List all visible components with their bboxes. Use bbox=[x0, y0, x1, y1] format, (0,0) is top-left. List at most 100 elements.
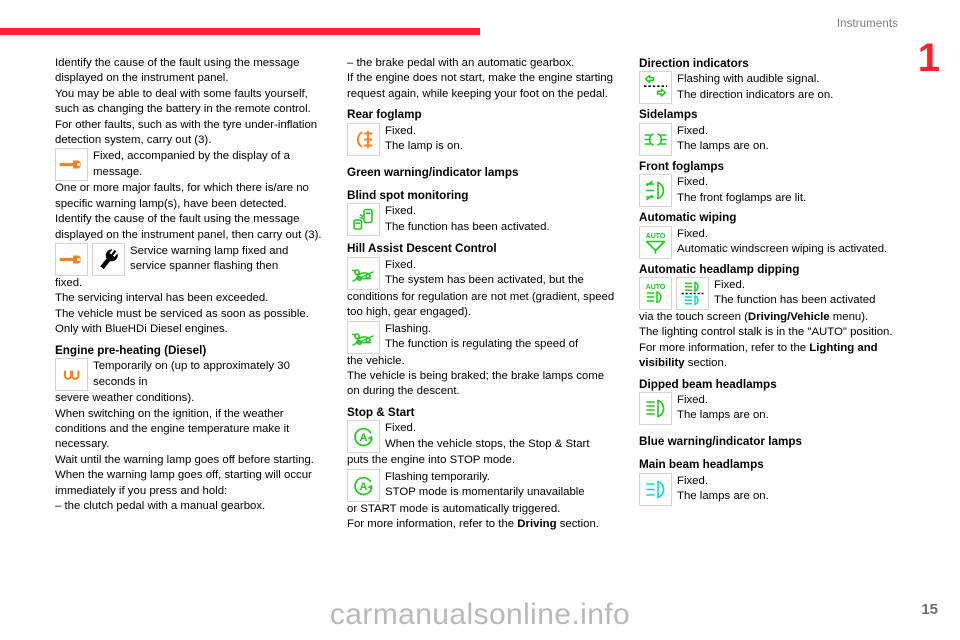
icon-group bbox=[55, 148, 93, 182]
text-line: section. bbox=[684, 357, 728, 370]
icon-group bbox=[55, 358, 93, 392]
paragraph: The lighting control stalk is in the "AU… bbox=[639, 326, 893, 339]
text-line: The front foglamps are lit. bbox=[677, 191, 807, 204]
text-line: via the touch screen ( bbox=[639, 311, 748, 324]
paragraph: via the touch screen (Driving/Vehicle me… bbox=[639, 310, 909, 325]
manual-page: Instruments 1 Identify the cause of the … bbox=[0, 0, 960, 640]
icon-row-text: Fixed. The function has been activated. bbox=[385, 203, 617, 235]
column-left: Identify the cause of the fault using th… bbox=[55, 56, 325, 533]
text-line: Fixed. bbox=[677, 124, 709, 137]
blind-spot-icon bbox=[347, 203, 380, 237]
auto-headlamp-dual-icon bbox=[676, 277, 709, 311]
heading-dipped-beam: Dipped beam headlamps bbox=[639, 377, 777, 391]
text-line: Fixed. bbox=[677, 176, 709, 189]
paragraph: the vehicle. bbox=[347, 354, 405, 367]
text-emphasis: Driving bbox=[517, 518, 557, 531]
paragraph: For more information, refer to the Drivi… bbox=[347, 517, 617, 532]
icon-row-auto-headlamp-dipping: AUTO Fixed. The function has been activa… bbox=[639, 277, 909, 311]
auto-wiping-icon: AUTO bbox=[639, 225, 672, 259]
paragraph: Identify the cause of the fault using th… bbox=[55, 213, 322, 241]
stop-start-icon: A bbox=[347, 420, 380, 454]
column-right: Direction indicators Flashing with audib… bbox=[639, 56, 909, 533]
text-emphasis: Driving/Vehicle bbox=[747, 311, 830, 324]
auto-headlamp-icon: AUTO bbox=[639, 277, 672, 311]
text-line: The direction indicators are on. bbox=[677, 88, 834, 101]
hill-descent-icon bbox=[347, 320, 380, 354]
icon-group bbox=[639, 472, 677, 506]
text-line: For more information, refer to the bbox=[347, 518, 518, 531]
icon-group: AUTO bbox=[639, 277, 714, 311]
icon-group: A bbox=[347, 420, 385, 454]
page-header-title: Instruments bbox=[836, 18, 898, 30]
icon-group bbox=[639, 392, 677, 426]
svg-text:AUTO: AUTO bbox=[646, 284, 666, 291]
sidelamps-icon bbox=[639, 122, 672, 156]
paragraph: puts the engine into STOP mode. bbox=[347, 454, 516, 467]
text-line: Fixed. bbox=[385, 258, 417, 271]
icon-row-text: Flashing. The function is regulating the… bbox=[385, 321, 617, 353]
svg-text:AUTO: AUTO bbox=[646, 233, 666, 240]
text-line: message. bbox=[93, 165, 143, 178]
spanner-orange-icon bbox=[55, 148, 88, 182]
text-line: menu). bbox=[829, 311, 869, 324]
paragraph: severe weather conditions). bbox=[55, 392, 195, 405]
paragraph: One or more major faults, for which ther… bbox=[55, 182, 309, 210]
text-line: The system has been activated, but the bbox=[385, 274, 584, 287]
icon-row-main-beam: Fixed. The lamps are on. bbox=[639, 472, 909, 506]
icon-row-stop-start-fixed: A Fixed. When the vehicle stops, the Sto… bbox=[347, 420, 617, 454]
icon-group: AUTO bbox=[639, 225, 677, 259]
text-line: STOP mode is momentarily unavailable bbox=[385, 486, 585, 499]
paragraph: Wait until the warning lamp goes off bef… bbox=[55, 453, 314, 466]
stop-start-icon: A bbox=[347, 468, 380, 502]
text-line: Fixed. bbox=[385, 422, 417, 435]
icon-group bbox=[639, 71, 677, 105]
text-line: Flashing temporarily. bbox=[385, 470, 490, 483]
heading-auto-wiping: Automatic wiping bbox=[639, 211, 737, 225]
icon-row-text: Fixed. The lamps are on. bbox=[677, 392, 909, 424]
icon-row-text: Fixed. The front foglamps are lit. bbox=[677, 174, 909, 206]
heading-main-beam: Main beam headlamps bbox=[639, 458, 764, 472]
rear-foglamp-icon bbox=[347, 122, 380, 156]
paragraph: – the clutch pedal with a manual gearbox… bbox=[55, 499, 266, 512]
icon-row-text: Fixed. The lamps are on. bbox=[677, 123, 909, 155]
paragraph: fixed. bbox=[55, 277, 83, 290]
text-line: The lamps are on. bbox=[677, 409, 769, 422]
icon-row-text: Flashing with audible signal. The direct… bbox=[677, 71, 909, 103]
icon-row-text: Temporarily on (up to approximately 30 s… bbox=[93, 358, 325, 390]
paragraph: If the engine does not start, make the e… bbox=[347, 72, 613, 100]
heading-blind-spot: Blind spot monitoring bbox=[347, 189, 469, 203]
chapter-number: 1 bbox=[917, 36, 940, 80]
icon-row-blind-spot: Fixed. The function has been activated. bbox=[347, 203, 617, 237]
text-line: The lamp is on. bbox=[385, 140, 463, 153]
heading-engine-preheating: Engine pre-heating (Diesel) bbox=[55, 343, 207, 357]
paragraph: Identify the cause of the fault using th… bbox=[55, 57, 300, 85]
icon-row-hill-descent-flashing: Flashing. The function is regulating the… bbox=[347, 320, 617, 354]
front-foglamps-icon bbox=[639, 174, 672, 208]
paragraph: or START mode is automatically triggered… bbox=[347, 502, 561, 515]
icon-row-service-warning: Fixed, accompanied by the display of a m… bbox=[55, 148, 325, 182]
icon-row-text: Fixed. The system has been activated, bu… bbox=[385, 257, 617, 289]
icon-row-service-spanner: Service warning lamp fixed and service s… bbox=[55, 243, 325, 277]
icon-group bbox=[347, 122, 385, 156]
paragraph: conditions for regulation are not met (g… bbox=[347, 290, 615, 319]
icon-row-text: Flashing temporarily. STOP mode is momen… bbox=[385, 469, 617, 501]
dipped-beam-icon bbox=[639, 392, 672, 426]
heading-blue-lamps: Blue warning/indicator lamps bbox=[639, 435, 803, 449]
text-line: Fixed, accompanied by the display of a bbox=[93, 150, 290, 163]
content-columns: Identify the cause of the fault using th… bbox=[55, 56, 910, 533]
heading-sidelamps: Sidelamps bbox=[639, 108, 698, 122]
icon-row-glow-plug: Temporarily on (up to approximately 30 s… bbox=[55, 358, 325, 392]
text-line: Fixed. bbox=[385, 205, 417, 218]
icon-row-text: Fixed. The lamps are on. bbox=[677, 473, 909, 505]
hill-descent-icon bbox=[347, 256, 380, 290]
text-line: Automatic windscreen wiping is activated… bbox=[677, 243, 888, 256]
text-line: Fixed. bbox=[677, 474, 709, 487]
icon-group bbox=[639, 174, 677, 208]
paragraph: For more information, refer to the Light… bbox=[639, 341, 909, 372]
text-line: The lamps are on. bbox=[677, 490, 769, 503]
svg-text:A: A bbox=[360, 432, 368, 444]
text-line: The function has been activated bbox=[714, 294, 876, 307]
text-line: Flashing. bbox=[385, 322, 432, 335]
icon-row-front-foglamps: Fixed. The front foglamps are lit. bbox=[639, 174, 909, 208]
icon-row-stop-start-flashing: A Flashing temporarily. STOP mode is mom… bbox=[347, 468, 617, 502]
